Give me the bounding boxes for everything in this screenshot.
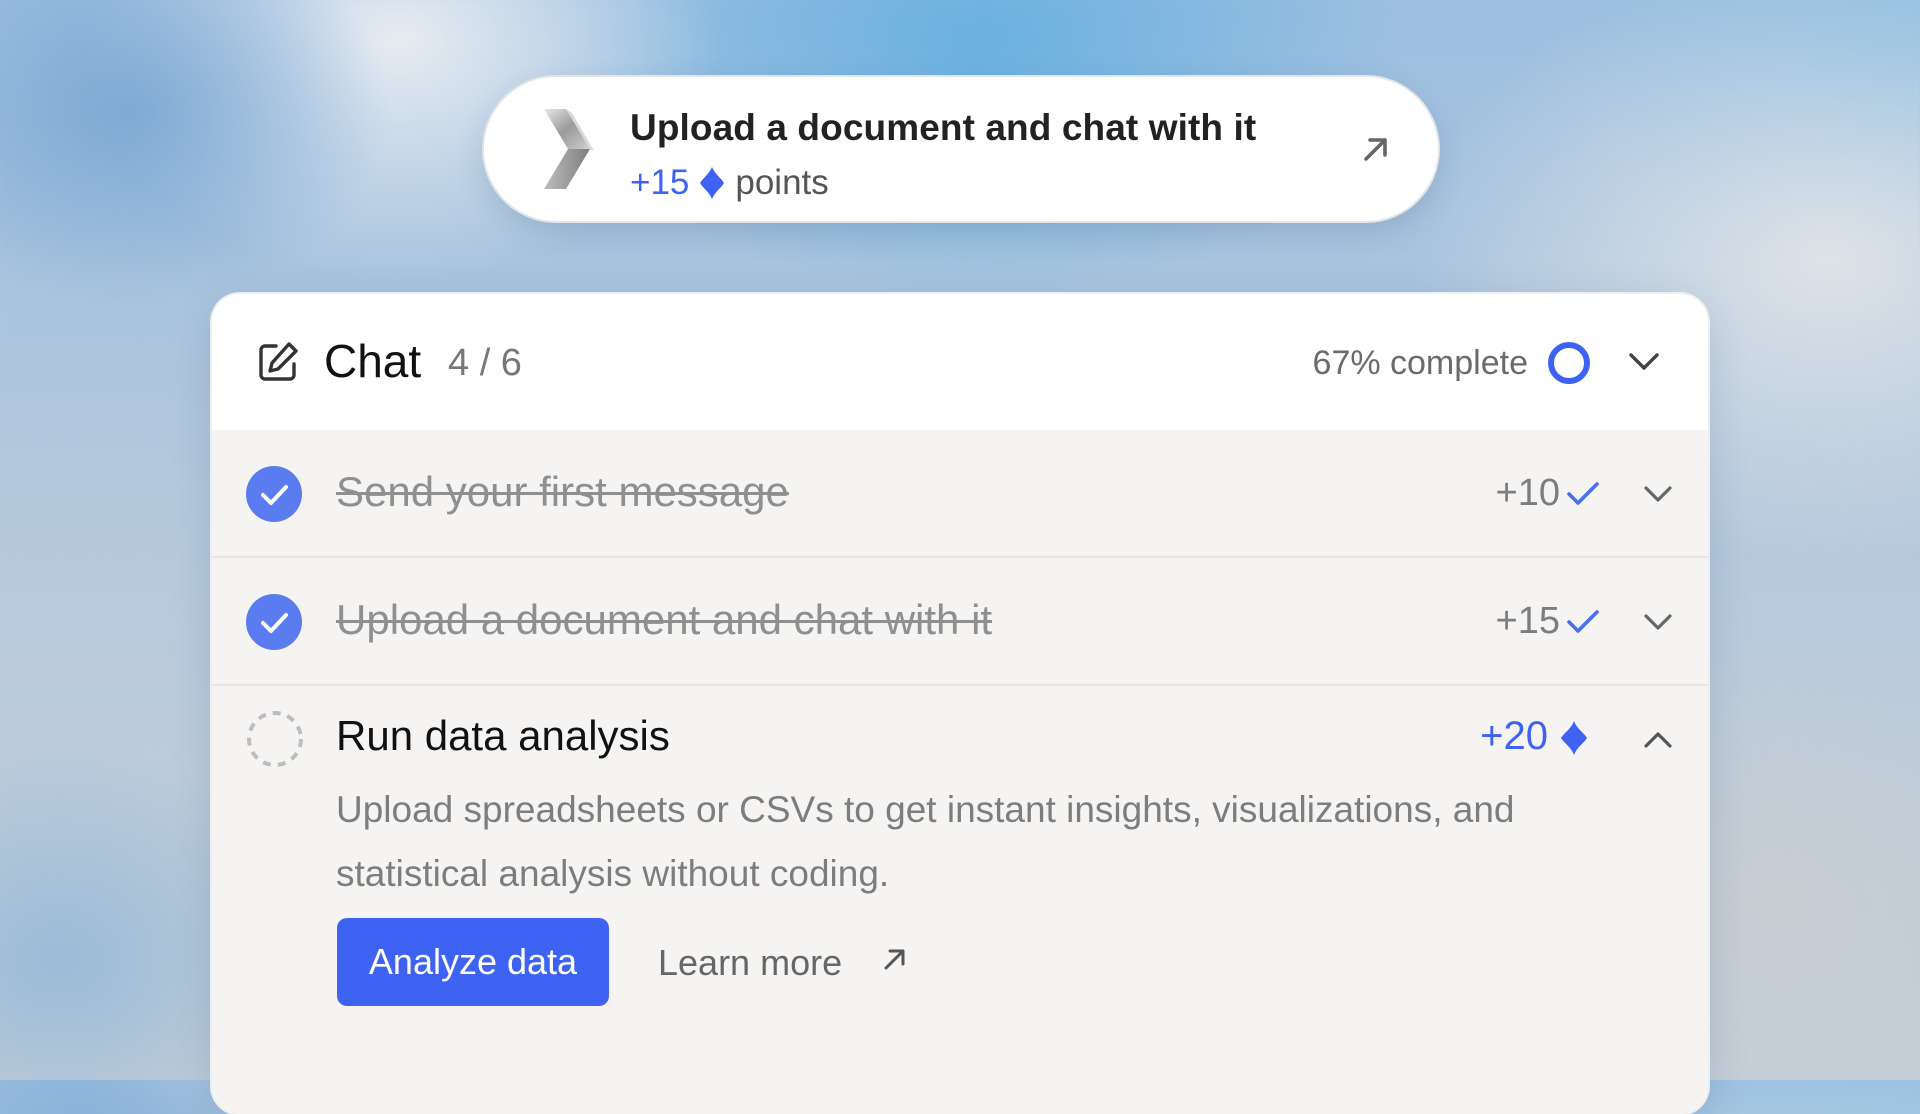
pending-circle-icon (247, 711, 303, 767)
diamond-icon (700, 167, 725, 199)
check-circle-icon (246, 466, 302, 522)
task-points: +20 (1480, 714, 1548, 758)
chevron-down-icon[interactable] (1642, 610, 1674, 634)
edit-icon (259, 342, 298, 381)
checklist-card: Chat 4 / 6 67% complete Send your first … (212, 294, 1708, 1114)
task-points: +15 (1495, 600, 1560, 642)
task-row[interactable]: Upload a document and chat with it +15 (212, 558, 1708, 686)
task-row[interactable]: Send your first message +10 (212, 430, 1708, 558)
task-points: +10 (1495, 472, 1560, 514)
task-title: Upload a document and chat with it (336, 596, 993, 643)
notification-pill[interactable]: Upload a document and chat with it +15 p… (484, 77, 1438, 221)
check-circle-icon (246, 594, 302, 650)
check-icon (1567, 610, 1599, 633)
diamond-icon (1561, 721, 1587, 755)
section-title: Chat (324, 335, 422, 387)
progress-ring-icon (1548, 342, 1590, 384)
task-title: Send your first message (336, 468, 789, 515)
check-icon (1567, 482, 1599, 505)
section-count: 4 / 6 (448, 342, 522, 384)
notification-points-label: points (735, 163, 829, 202)
section-header[interactable]: Chat 4 / 6 67% complete (212, 294, 1708, 430)
notification-points: +15 points (630, 161, 829, 205)
chevron-down-icon[interactable] (1626, 346, 1662, 376)
task-row-expanded: Run data analysis +20 Upload spreadsheet… (212, 686, 1708, 1114)
chevron-down-icon[interactable] (1642, 482, 1674, 506)
task-description: Upload spreadsheets or CSVs to get insta… (336, 789, 1515, 894)
arrow-up-right-icon[interactable] (1360, 133, 1392, 165)
notification-points-value: +15 (630, 163, 690, 202)
task-title: Run data analysis (336, 712, 670, 759)
notification-title: Upload a document and chat with it (630, 107, 1257, 148)
progress-text: 67% complete (1312, 344, 1528, 382)
arrow-up-right-icon[interactable] (880, 944, 910, 974)
app-logo-icon (544, 109, 594, 189)
analyze-data-button[interactable]: Analyze data (337, 918, 609, 1006)
learn-more-link[interactable]: Learn more (658, 942, 842, 984)
chevron-up-icon[interactable] (1642, 728, 1674, 752)
